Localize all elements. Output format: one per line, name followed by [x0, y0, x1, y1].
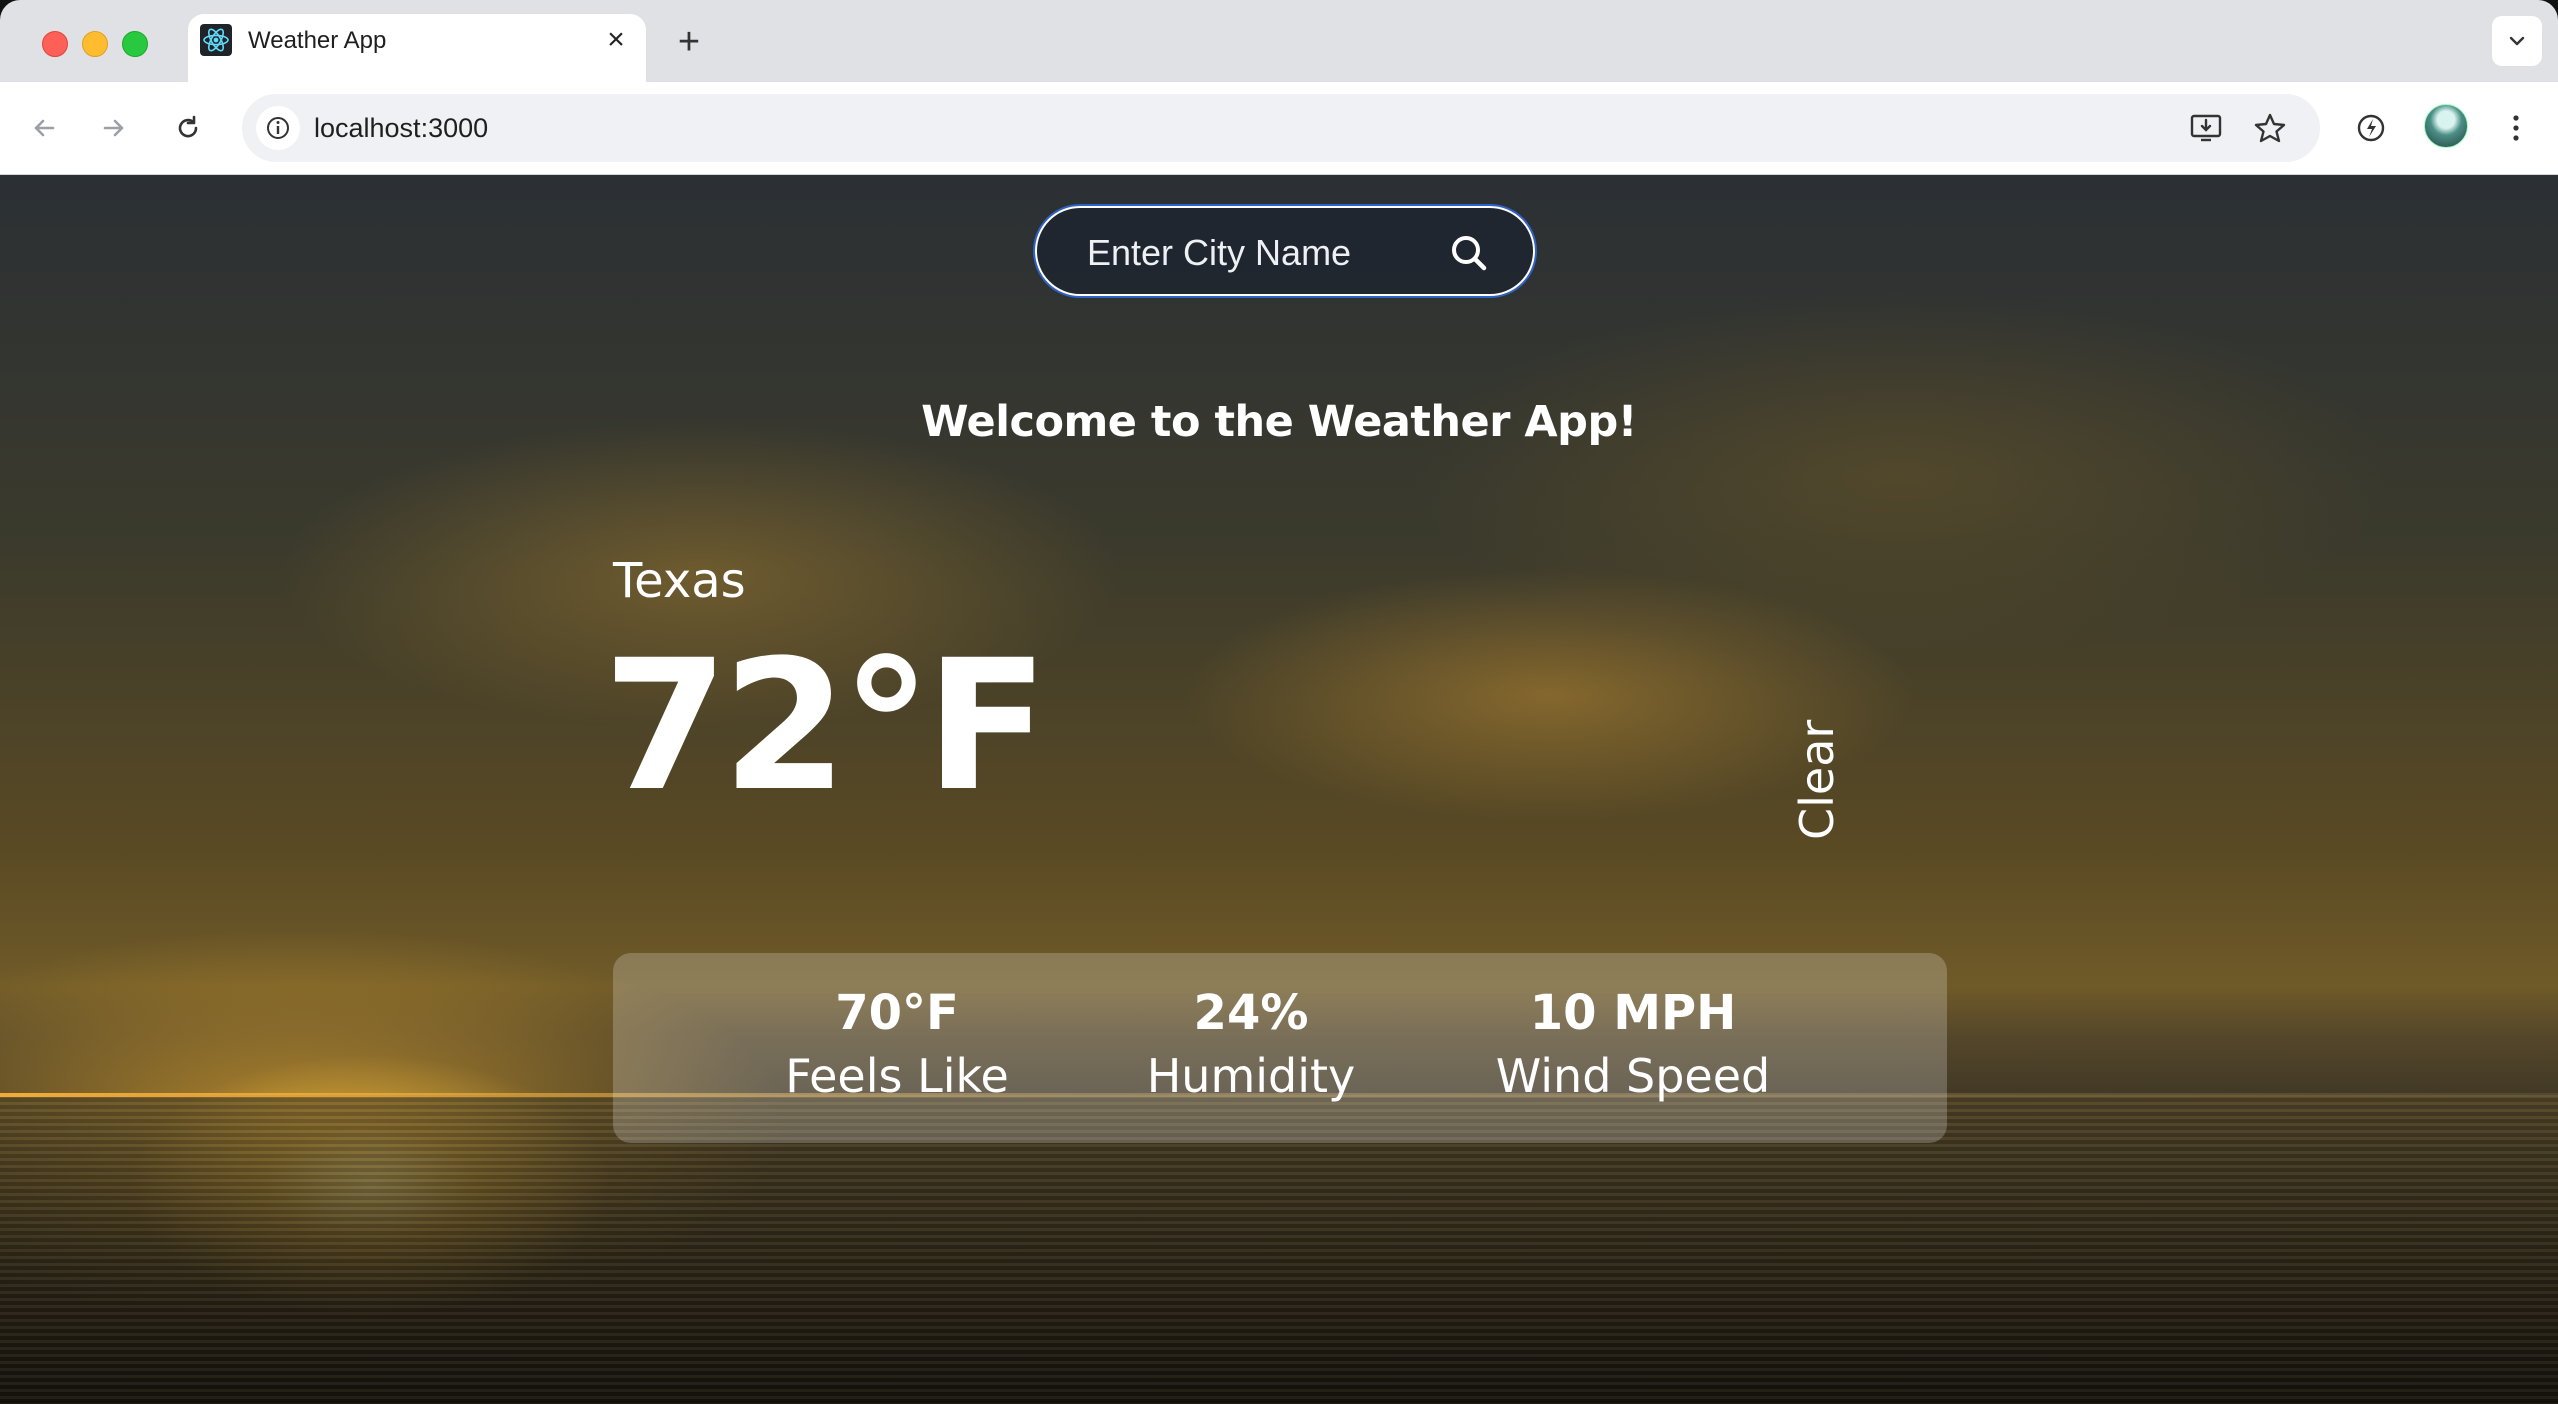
wind-speed-stat: 10 MPH Wind Speed [1473, 983, 1793, 1109]
wind-speed-value: 10 MPH [1529, 985, 1737, 1041]
maximize-window-button[interactable] [122, 31, 148, 57]
back-button[interactable] [20, 104, 68, 152]
city-search-input[interactable] [1085, 228, 1429, 278]
weather-condition: Clear [1790, 719, 1844, 840]
humidity-value: 24% [1193, 985, 1309, 1041]
tab-weather-app[interactable]: Weather App × [188, 14, 646, 82]
forward-button[interactable] [90, 104, 138, 152]
feels-like-stat: 70°F Feels Like [737, 983, 1057, 1109]
browser-tab-bar: Weather App × + [0, 0, 2558, 82]
chevron-down-icon [2509, 36, 2525, 45]
minimize-window-button[interactable] [82, 31, 108, 57]
search-button[interactable] [1442, 226, 1496, 280]
arrow-left-icon [34, 119, 55, 137]
address-bar[interactable]: localhost:3000 [242, 94, 2320, 162]
feels-like-value: 70°F [835, 985, 959, 1041]
reload-button[interactable] [164, 104, 212, 152]
extension-icon[interactable] [2347, 104, 2395, 152]
welcome-heading: Welcome to the Weather App! [921, 397, 1637, 447]
wind-speed-label: Wind Speed [1495, 1049, 1771, 1103]
tab-title: Weather App [248, 27, 387, 54]
weather-app-page: Welcome to the Weather App! Texas 72°F C… [0, 175, 2558, 1404]
close-window-button[interactable] [42, 31, 68, 57]
info-icon[interactable] [256, 106, 300, 150]
tab-search-menu-button[interactable] [2492, 16, 2542, 66]
browser-toolbar: localhost:3000 [0, 82, 2558, 175]
url-text: localhost:3000 [314, 113, 489, 143]
bookmark-star-icon[interactable] [2250, 108, 2290, 148]
reload-icon [178, 115, 198, 138]
city-search-box [1035, 206, 1535, 296]
more-menu-icon[interactable] [2492, 104, 2540, 152]
arrow-right-icon [103, 119, 124, 137]
profile-avatar[interactable] [2424, 104, 2468, 148]
weather-details-panel: 70°F Feels Like 24% Humidity 10 MPH Wind… [613, 953, 1947, 1143]
humidity-stat: 24% Humidity [1091, 983, 1411, 1109]
feels-like-label: Feels Like [785, 1049, 1009, 1103]
react-logo-icon [200, 24, 232, 56]
current-temperature: 72°F [603, 622, 1048, 831]
city-name: Texas [613, 553, 746, 609]
search-icon [1452, 236, 1487, 271]
install-app-icon[interactable] [2186, 108, 2226, 148]
humidity-label: Humidity [1146, 1049, 1356, 1103]
new-tab-button[interactable]: + [668, 22, 710, 64]
close-icon[interactable]: × [600, 24, 632, 56]
